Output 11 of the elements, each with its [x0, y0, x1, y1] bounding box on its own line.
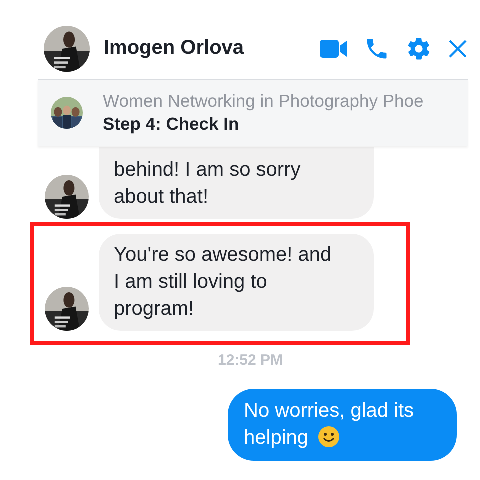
- contact-name: Imogen Orlova: [104, 37, 246, 60]
- message-bubble: No worries, glad its helping: [228, 389, 457, 461]
- pinned-bar[interactable]: Women Networking in Photography Phoe Step 4: Check In: [38, 79, 468, 146]
- video-camera-icon[interactable]: [320, 38, 348, 58]
- message-bubble: You're so awesome! and I am still loving to program!: [99, 234, 374, 331]
- close-icon[interactable]: [448, 38, 468, 58]
- timestamp: 12:52 PM: [218, 352, 284, 369]
- group-name: Women Networking in Photography Phoe: [103, 91, 424, 112]
- pinned-subtitle: Step 4: Check In: [103, 114, 240, 135]
- message-bubble: behind! I am so sorry about that!: [99, 147, 374, 219]
- settings-icon[interactable]: [406, 36, 432, 62]
